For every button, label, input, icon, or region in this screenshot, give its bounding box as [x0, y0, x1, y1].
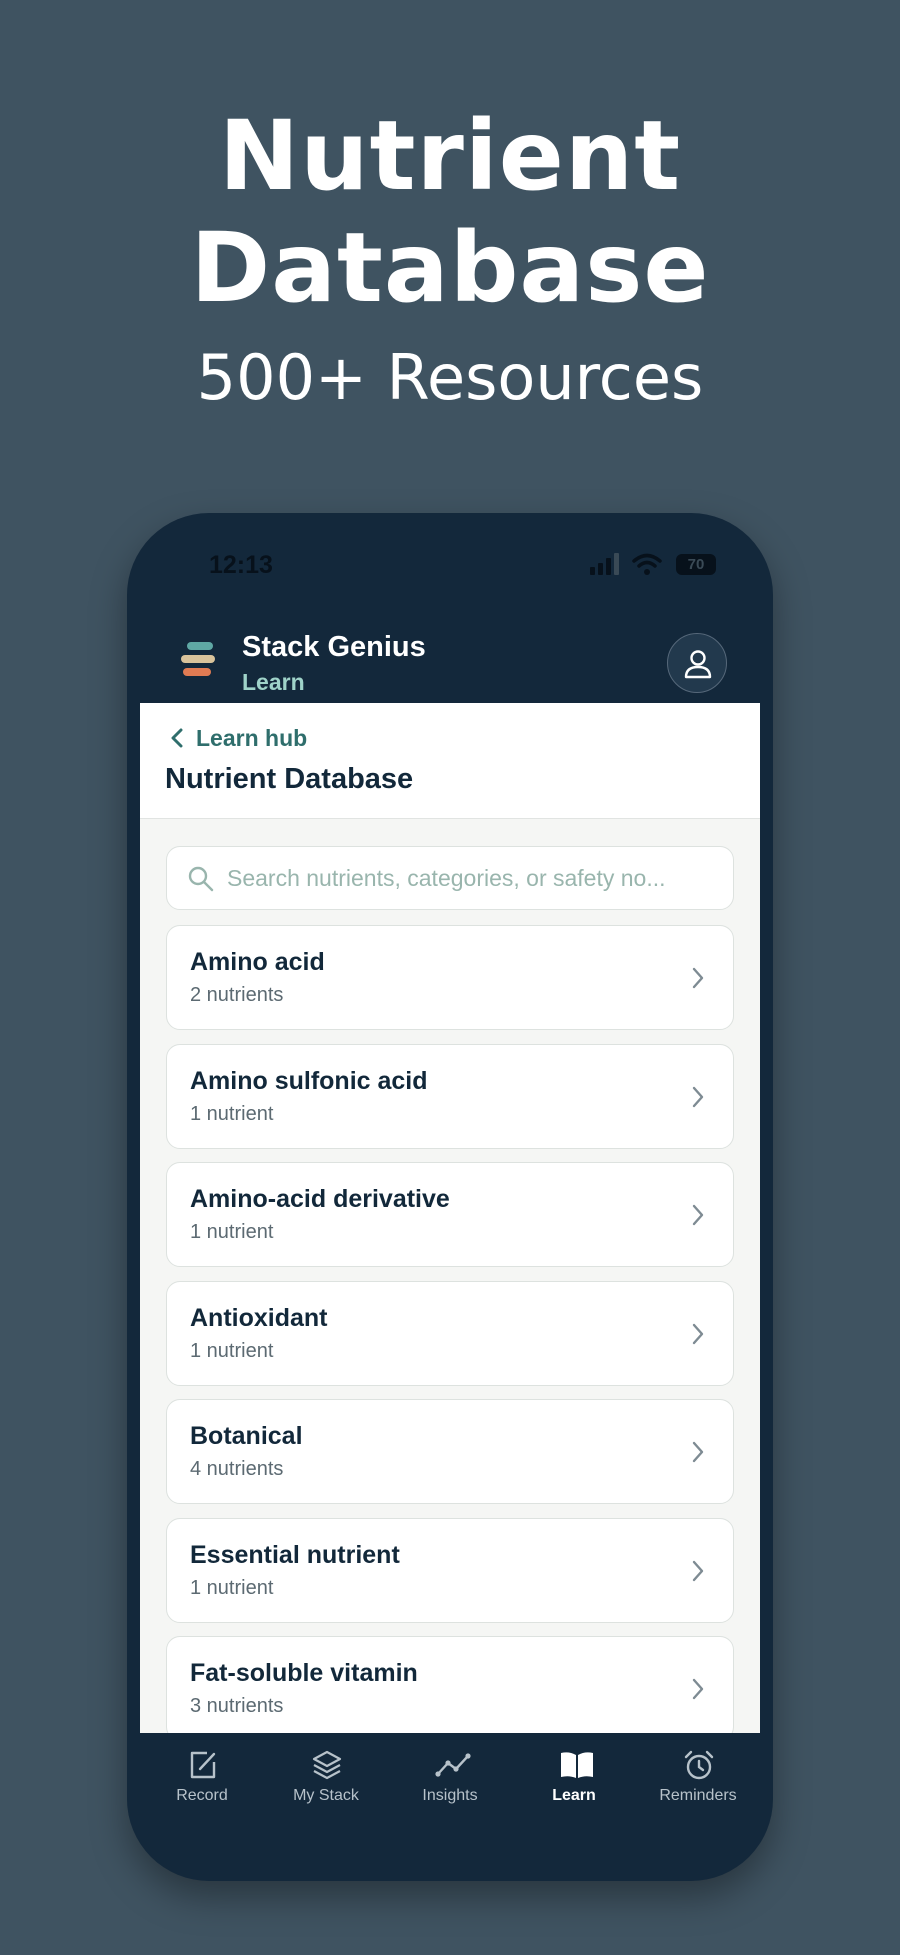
category-name: Amino acid	[190, 948, 325, 976]
alarm-clock-icon	[684, 1750, 714, 1780]
cellular-signal-icon	[590, 553, 619, 575]
chevron-left-icon	[171, 728, 183, 748]
battery-icon: 70	[676, 554, 716, 575]
wifi-icon	[632, 553, 662, 575]
tab-bar: Record My Stack Insights Learn Reminders	[140, 1733, 760, 1823]
tab-learn[interactable]: Learn	[512, 1733, 636, 1823]
app-header: Stack Genius Learn	[127, 613, 773, 713]
search-input[interactable]	[227, 857, 717, 899]
chevron-right-icon	[692, 1441, 704, 1463]
app-name: Stack Genius	[242, 631, 426, 663]
user-icon	[684, 650, 712, 679]
category-card-amino-acid[interactable]: Amino acid 2 nutrients	[166, 925, 734, 1030]
category-count: 1 nutrient	[190, 1102, 274, 1125]
tab-label: Record	[176, 1787, 228, 1804]
category-card-botanical[interactable]: Botanical 4 nutrients	[166, 1399, 734, 1504]
edit-icon	[190, 1751, 216, 1779]
category-name: Amino sulfonic acid	[190, 1066, 428, 1095]
status-icons: 70	[590, 553, 720, 577]
layers-icon	[312, 1750, 342, 1780]
tab-my-stack[interactable]: My Stack	[264, 1733, 388, 1823]
chevron-right-icon	[692, 1204, 704, 1226]
category-name: Botanical	[190, 1422, 303, 1450]
search-box[interactable]	[166, 846, 734, 910]
category-name: Essential nutrient	[190, 1540, 400, 1569]
tab-label: Learn	[552, 1787, 596, 1804]
stacked-bars-logo	[181, 642, 215, 676]
chevron-right-icon	[692, 1323, 704, 1344]
hero-title-line-2: Database	[190, 212, 710, 324]
hero-subtitle: 500+ Resources	[196, 341, 704, 414]
app-section-label: Learn	[242, 669, 305, 695]
search-icon	[188, 866, 214, 892]
hero-title: Nutrient Database	[0, 100, 900, 324]
content-screen: Learn hub Nutrient Database Amino acid 2…	[140, 703, 760, 1733]
back-link-label: Learn hub	[196, 725, 308, 751]
phone-frame: 12:13 70 Stack Genius Learn Learn hub Nu…	[127, 513, 773, 1881]
category-count: 1 nutrient	[190, 1339, 274, 1362]
category-card-essential-nutrient[interactable]: Essential nutrient 1 nutrient	[166, 1517, 734, 1623]
tab-insights[interactable]: Insights	[388, 1733, 512, 1823]
trend-line-icon	[435, 1753, 471, 1777]
status-bar: 12:13 70	[127, 513, 773, 603]
category-count: 1 nutrient	[190, 1576, 274, 1599]
tab-reminders[interactable]: Reminders	[636, 1733, 760, 1823]
category-name: Fat-soluble vitamin	[190, 1659, 418, 1687]
category-list: Amino acid 2 nutrients Amino sulfonic ac…	[166, 925, 734, 1733]
page-header: Learn hub Nutrient Database	[140, 703, 760, 819]
category-name: Antioxidant	[190, 1303, 328, 1332]
status-time: 12:13	[209, 551, 273, 579]
chevron-right-icon	[692, 1678, 704, 1700]
chevron-right-icon	[692, 967, 704, 989]
page-title: Nutrient Database	[165, 763, 414, 795]
category-count: 2 nutrients	[190, 984, 284, 1006]
book-icon	[561, 1752, 593, 1778]
category-card-fat-soluble-vitamin[interactable]: Fat-soluble vitamin 3 nutrients	[166, 1636, 734, 1733]
category-count: 4 nutrients	[190, 1458, 284, 1480]
chevron-right-icon	[692, 1560, 704, 1581]
tab-label: My Stack	[293, 1787, 359, 1804]
hero-title-line-1: Nutrient	[218, 100, 682, 212]
tab-label: Reminders	[659, 1787, 737, 1804]
chevron-right-icon	[692, 1086, 704, 1107]
profile-button[interactable]	[667, 633, 727, 693]
tab-label: Insights	[422, 1787, 478, 1804]
tab-record[interactable]: Record	[140, 1733, 264, 1823]
category-card-amino-sulfonic-acid[interactable]: Amino sulfonic acid 1 nutrient	[166, 1043, 734, 1149]
category-card-amino-acid-derivative[interactable]: Amino-acid derivative 1 nutrient	[166, 1162, 734, 1267]
category-count: 3 nutrients	[190, 1695, 284, 1717]
category-count: 1 nutrient	[190, 1221, 274, 1243]
category-name: Amino-acid derivative	[190, 1185, 450, 1213]
category-card-antioxidant[interactable]: Antioxidant 1 nutrient	[166, 1280, 734, 1386]
